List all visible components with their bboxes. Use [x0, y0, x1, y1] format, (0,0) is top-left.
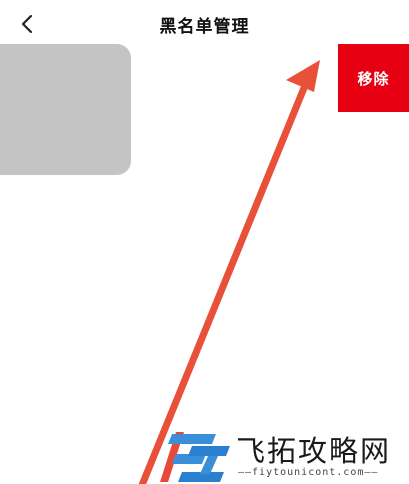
arrow-icon	[138, 60, 320, 484]
watermark-logo-icon	[160, 432, 230, 482]
watermark-domain: ——fiytounicont.com——	[238, 467, 379, 478]
watermark: 飞拓攻略网 ——fiytounicont.com——	[156, 424, 409, 484]
watermark-name: 飞拓攻略网	[236, 434, 392, 468]
